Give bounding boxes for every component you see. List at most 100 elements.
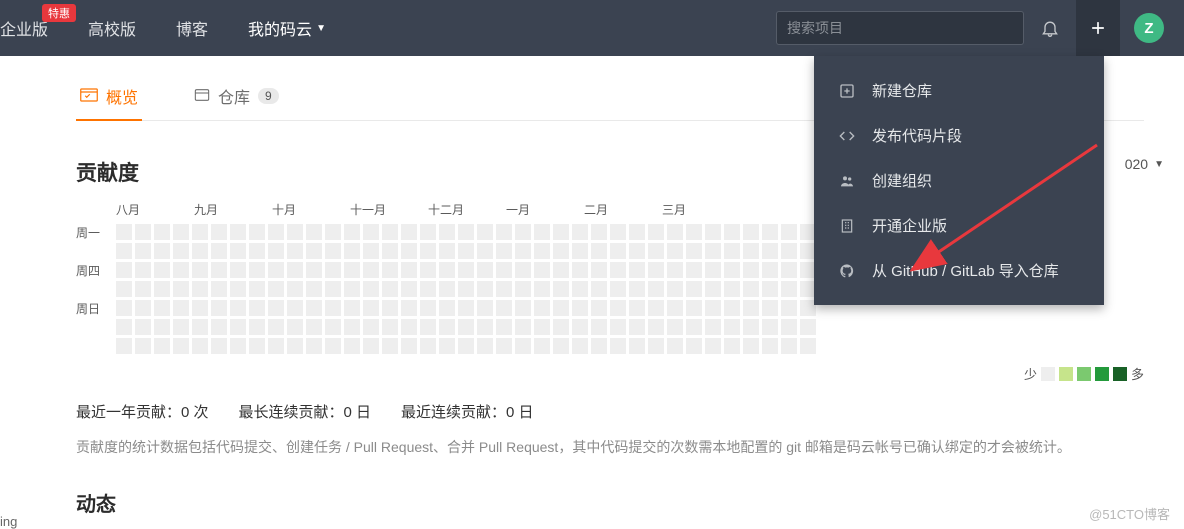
activity-title: 动态 <box>76 488 1184 517</box>
calendar-cell <box>534 338 550 354</box>
calendar-cell <box>249 338 265 354</box>
calendar-cell <box>249 262 265 278</box>
calendar-cell <box>477 224 493 240</box>
calendar-cell <box>705 243 721 259</box>
year-selector[interactable]: 020 ▼ <box>1125 156 1164 172</box>
calendar-cell <box>211 243 227 259</box>
search-input[interactable] <box>776 11 1024 45</box>
calendar-cell <box>173 338 189 354</box>
dd-enterprise[interactable]: 开通企业版 <box>814 203 1104 248</box>
caret-down-icon: ▼ <box>1154 159 1164 170</box>
calendar-cell <box>800 338 816 354</box>
calendar-cell <box>211 319 227 335</box>
calendar-cell <box>534 300 550 316</box>
calendar-cell <box>325 300 341 316</box>
calendar-cell <box>420 338 436 354</box>
month-label: 二月 <box>584 201 662 218</box>
avatar[interactable]: Z <box>1134 13 1164 43</box>
calendar-cell <box>553 262 569 278</box>
calendar-cell <box>287 319 303 335</box>
tab-repos[interactable]: 仓库 9 <box>190 76 283 120</box>
calendar-cell <box>515 338 531 354</box>
calendar-cell <box>306 300 322 316</box>
calendar-cell <box>762 262 778 278</box>
calendar-cell <box>116 319 132 335</box>
calendar-cell <box>629 338 645 354</box>
contribution-stats: 最近一年贡献：0 次 最长连续贡献：0 日 最近连续贡献：0 日 <box>76 401 1184 422</box>
calendar-cell <box>135 300 151 316</box>
calendar-cell <box>325 281 341 297</box>
dd-create-org[interactable]: 创建组织 <box>814 158 1104 203</box>
dd-snippet[interactable]: 发布代码片段 <box>814 113 1104 158</box>
calendar-cell <box>135 262 151 278</box>
day-labels: 周一 周四 周日 <box>76 224 116 354</box>
month-label: 一月 <box>506 201 584 218</box>
calendar-cell <box>306 319 322 335</box>
calendar-cell <box>135 243 151 259</box>
calendar-cell <box>344 300 360 316</box>
calendar-cell <box>496 338 512 354</box>
dd-import-repo[interactable]: 从 GitHub / GitLab 导入仓库 <box>814 248 1104 293</box>
calendar-cell <box>211 338 227 354</box>
calendar-cell <box>135 338 151 354</box>
calendar-cell <box>268 262 284 278</box>
calendar-cell <box>496 224 512 240</box>
calendar-cell <box>382 243 398 259</box>
calendar-cell <box>268 319 284 335</box>
calendar-cell <box>439 319 455 335</box>
calendar-cell <box>268 224 284 240</box>
calendar-cell <box>686 224 702 240</box>
calendar-cell <box>230 281 246 297</box>
calendar-cell <box>610 319 626 335</box>
calendar-cell <box>705 224 721 240</box>
legend-cell-4 <box>1113 367 1127 381</box>
dd-new-repo[interactable]: 新建仓库 <box>814 68 1104 113</box>
calendar-cell <box>268 338 284 354</box>
calendar-cell <box>686 281 702 297</box>
calendar-cell <box>667 262 683 278</box>
plus-menu-button[interactable] <box>1076 0 1120 56</box>
calendar-cell <box>401 319 417 335</box>
calendar-cell <box>534 262 550 278</box>
tab-overview[interactable]: 概览 <box>76 76 142 120</box>
calendar-cell <box>724 300 740 316</box>
calendar-cell <box>116 338 132 354</box>
calendar-cell <box>553 243 569 259</box>
calendar-cell <box>439 338 455 354</box>
calendar-cell <box>762 300 778 316</box>
calendar-cell <box>781 319 797 335</box>
overview-icon <box>80 88 98 105</box>
calendar-cell <box>534 224 550 240</box>
calendar-cell <box>439 300 455 316</box>
calendar-cell <box>344 319 360 335</box>
calendar-cell <box>173 262 189 278</box>
calendar-cell <box>344 281 360 297</box>
nav-blog[interactable]: 博客 <box>168 0 216 56</box>
left-fragment: ing <box>0 514 17 529</box>
calendar-cell <box>648 262 664 278</box>
calendar-cell <box>135 281 151 297</box>
calendar-grid <box>116 224 816 354</box>
calendar-cell <box>686 243 702 259</box>
month-label: 十一月 <box>350 201 428 218</box>
calendar-cell <box>458 243 474 259</box>
dd-import-repo-label: 从 GitHub / GitLab 导入仓库 <box>872 260 1059 281</box>
nav-college[interactable]: 高校版 <box>80 0 144 56</box>
calendar-cell <box>610 224 626 240</box>
calendar-cell <box>116 224 132 240</box>
calendar-cell <box>382 319 398 335</box>
calendar-cell <box>629 319 645 335</box>
calendar-cell <box>572 243 588 259</box>
calendar-cell <box>439 224 455 240</box>
calendar-cell <box>401 262 417 278</box>
calendar-cell <box>325 319 341 335</box>
calendar-cell <box>382 224 398 240</box>
calendar-cell <box>553 224 569 240</box>
calendar-cell <box>572 319 588 335</box>
calendar-cell <box>439 262 455 278</box>
calendar-cell <box>344 224 360 240</box>
calendar-cell <box>458 262 474 278</box>
nav-my-mayun[interactable]: 我的码云 ▼ <box>240 0 334 56</box>
calendar-cell <box>781 281 797 297</box>
notification-icon[interactable] <box>1028 0 1072 56</box>
